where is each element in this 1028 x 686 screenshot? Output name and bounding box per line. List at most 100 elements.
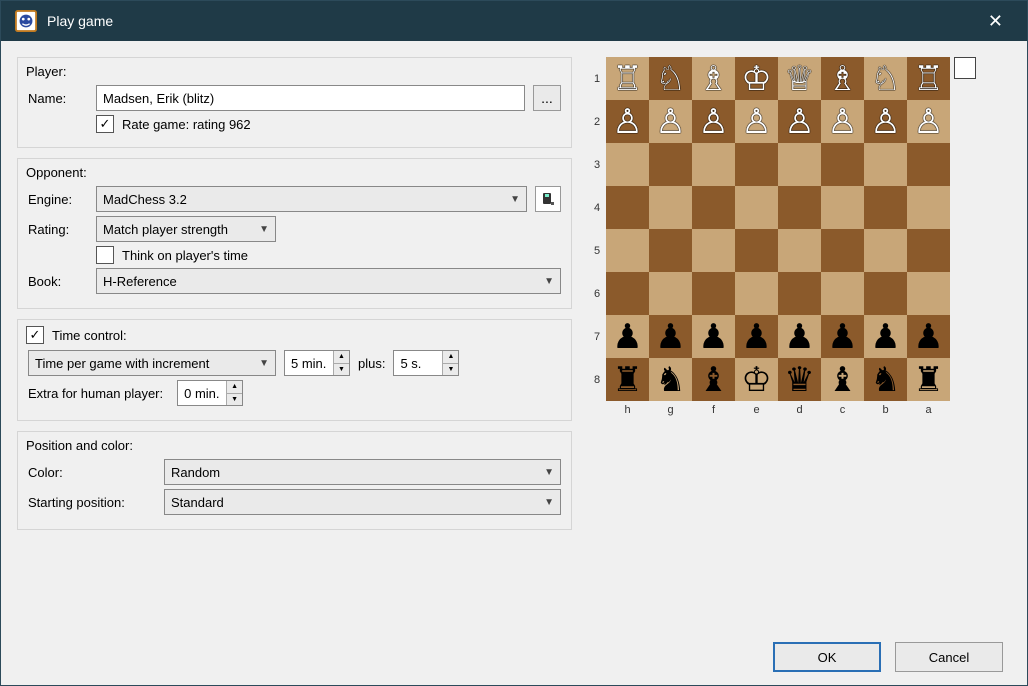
rating-select[interactable]: Match player strength ▼ (96, 216, 276, 242)
board-square[interactable]: ♜ (907, 358, 950, 401)
board-square[interactable]: ♟ (692, 315, 735, 358)
color-select[interactable]: Random ▼ (164, 459, 561, 485)
board-square[interactable]: ♟ (821, 315, 864, 358)
chess-piece[interactable]: ♜ (913, 363, 943, 397)
board-square[interactable] (907, 186, 950, 229)
board-square[interactable]: ♔ (735, 358, 778, 401)
board-square[interactable]: ♔ (735, 57, 778, 100)
spinner-down-icon[interactable]: ▼ (443, 364, 458, 376)
board-square[interactable] (692, 229, 735, 272)
board-square[interactable]: ♙ (649, 100, 692, 143)
increment-spinner[interactable]: 5 s. ▲▼ (393, 350, 459, 376)
board-square[interactable] (692, 186, 735, 229)
board-square[interactable]: ♙ (606, 100, 649, 143)
board-square[interactable]: ♞ (649, 358, 692, 401)
browse-player-button[interactable]: ... (533, 85, 561, 111)
chess-piece[interactable]: ♟ (870, 320, 900, 354)
think-time-checkbox[interactable] (96, 246, 114, 264)
chess-piece[interactable]: ♟ (741, 320, 771, 354)
chess-piece[interactable]: ♘ (870, 62, 900, 96)
chess-piece[interactable]: ♖ (612, 62, 642, 96)
spinner-up-icon[interactable]: ▲ (334, 351, 349, 364)
chess-piece[interactable]: ♙ (784, 105, 814, 139)
board-square[interactable]: ♟ (864, 315, 907, 358)
board-square[interactable] (864, 143, 907, 186)
spinner-up-icon[interactable]: ▲ (227, 381, 242, 394)
board-square[interactable] (735, 143, 778, 186)
board-square[interactable] (778, 143, 821, 186)
chess-piece[interactable]: ♝ (698, 363, 728, 397)
board-square[interactable]: ♟ (735, 315, 778, 358)
board-square[interactable]: ♜ (606, 358, 649, 401)
board-square[interactable]: ♟ (907, 315, 950, 358)
engine-settings-button[interactable] (535, 186, 561, 212)
board-square[interactable] (606, 143, 649, 186)
board-square[interactable]: ♗ (821, 57, 864, 100)
ok-button[interactable]: OK (773, 642, 881, 672)
chess-piece[interactable]: ♙ (870, 105, 900, 139)
chess-piece[interactable]: ♗ (698, 62, 728, 96)
chess-piece[interactable]: ♕ (784, 62, 814, 96)
starting-position-select[interactable]: Standard ▼ (164, 489, 561, 515)
chess-piece[interactable]: ♜ (612, 363, 642, 397)
board-square[interactable]: ♝ (821, 358, 864, 401)
board-square[interactable] (606, 272, 649, 315)
board-square[interactable] (821, 272, 864, 315)
board-square[interactable]: ♙ (735, 100, 778, 143)
board-square[interactable] (907, 272, 950, 315)
chess-piece[interactable]: ♟ (913, 320, 943, 354)
spinner-down-icon[interactable]: ▼ (334, 364, 349, 376)
chess-piece[interactable]: ♙ (655, 105, 685, 139)
board-square[interactable] (649, 186, 692, 229)
board-square[interactable] (821, 186, 864, 229)
board-square[interactable] (606, 229, 649, 272)
board-square[interactable]: ♟ (606, 315, 649, 358)
board-square[interactable] (864, 272, 907, 315)
board-square[interactable] (649, 229, 692, 272)
spinner-down-icon[interactable]: ▼ (227, 394, 242, 406)
chess-piece[interactable]: ♞ (870, 363, 900, 397)
board-square[interactable]: ♙ (821, 100, 864, 143)
book-select[interactable]: H-Reference ▼ (96, 268, 561, 294)
board-square[interactable] (778, 229, 821, 272)
board-square[interactable] (735, 229, 778, 272)
chess-piece[interactable]: ♘ (655, 62, 685, 96)
board-square[interactable]: ♗ (692, 57, 735, 100)
name-field[interactable] (96, 85, 525, 111)
extra-time-spinner[interactable]: 0 min. ▲▼ (177, 380, 243, 406)
time-control-checkbox[interactable]: ✓ (26, 326, 44, 344)
board-square[interactable] (692, 143, 735, 186)
board-square[interactable]: ♟ (649, 315, 692, 358)
close-icon[interactable]: ✕ (978, 7, 1013, 36)
chess-piece[interactable]: ♟ (655, 320, 685, 354)
board-square[interactable]: ♝ (692, 358, 735, 401)
chess-piece[interactable]: ♙ (827, 105, 857, 139)
board-square[interactable]: ♙ (864, 100, 907, 143)
time-per-game-spinner[interactable]: 5 min. ▲▼ (284, 350, 350, 376)
chess-piece[interactable]: ♙ (913, 105, 943, 139)
board-square[interactable]: ♘ (649, 57, 692, 100)
board-square[interactable]: ♙ (907, 100, 950, 143)
cancel-button[interactable]: Cancel (895, 642, 1003, 672)
chess-piece[interactable]: ♙ (741, 105, 771, 139)
board-square[interactable] (692, 272, 735, 315)
board-square[interactable]: ♙ (692, 100, 735, 143)
board-square[interactable] (735, 272, 778, 315)
board-square[interactable] (907, 229, 950, 272)
board-square[interactable]: ♘ (864, 57, 907, 100)
board-square[interactable] (778, 186, 821, 229)
chess-piece[interactable]: ♟ (784, 320, 814, 354)
board-square[interactable] (778, 272, 821, 315)
spinner-up-icon[interactable]: ▲ (443, 351, 458, 364)
board-square[interactable]: ♟ (778, 315, 821, 358)
board-square[interactable] (821, 143, 864, 186)
chess-piece[interactable]: ♔ (741, 363, 771, 397)
chess-piece[interactable]: ♟ (827, 320, 857, 354)
board-square[interactable] (649, 272, 692, 315)
chess-piece[interactable]: ♝ (827, 363, 857, 397)
rate-game-checkbox[interactable]: ✓ (96, 115, 114, 133)
board-square[interactable] (864, 186, 907, 229)
chess-piece[interactable]: ♙ (698, 105, 728, 139)
board-square[interactable] (649, 143, 692, 186)
board-square[interactable] (907, 143, 950, 186)
